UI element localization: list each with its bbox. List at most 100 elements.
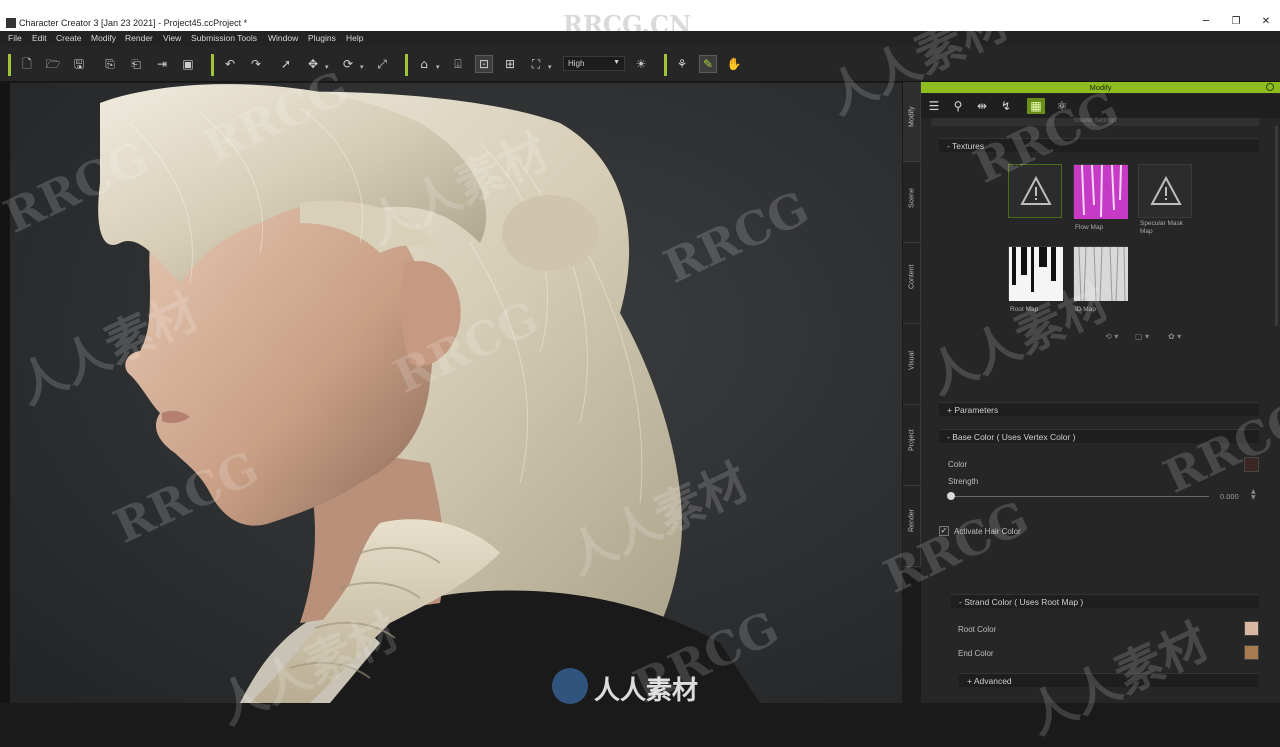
rotate-dropdown-caret[interactable]: ▾ bbox=[360, 63, 364, 71]
render-quality-select[interactable]: High ▼ bbox=[563, 56, 625, 71]
menu-view[interactable]: View bbox=[163, 33, 181, 43]
import-icon[interactable]: ⎘ bbox=[102, 56, 118, 72]
textures-section-label: - Textures bbox=[947, 141, 985, 151]
hand-icon[interactable]: ✋ bbox=[726, 56, 742, 72]
texture-slot-root-map[interactable] bbox=[1008, 246, 1063, 301]
textures-section-header[interactable]: - Textures bbox=[939, 138, 1259, 152]
menu-submission-tools[interactable]: Submission Tools bbox=[191, 33, 257, 43]
maximize-button[interactable]: ❐ bbox=[1228, 16, 1244, 28]
end-color-label: End Color bbox=[958, 649, 994, 658]
panel-header: Modify bbox=[921, 82, 1280, 93]
character-render bbox=[0, 83, 902, 703]
texture-slot-flow-map[interactable] bbox=[1073, 164, 1128, 219]
motion-icon[interactable]: ↯ bbox=[997, 98, 1015, 114]
tab-modify-label: Modify bbox=[908, 105, 916, 127]
light-icon[interactable]: ☀ bbox=[633, 56, 649, 72]
move-dropdown-caret[interactable]: ▾ bbox=[325, 63, 329, 71]
new-file-icon[interactable]: 🗋 bbox=[19, 56, 35, 72]
menu-file[interactable]: File bbox=[8, 33, 22, 43]
specular-mask-label: Specular Mask Map bbox=[1140, 220, 1183, 235]
window-title: Character Creator 3 [Jan 23 2021] - Proj… bbox=[19, 18, 248, 28]
watermark-logo-text: 人人素材 bbox=[594, 676, 699, 706]
advanced-section-header[interactable]: + Advanced bbox=[959, 673, 1259, 687]
panel-title: Modify bbox=[1089, 83, 1112, 92]
panel-scrollbar[interactable] bbox=[1275, 126, 1278, 326]
panel-icon-bar: ☰ ⚲ ⇹ ↯ ▦ ⚛ bbox=[921, 94, 1280, 118]
panel-options-button[interactable] bbox=[1266, 83, 1274, 91]
tab-render[interactable]: Render bbox=[903, 487, 921, 567]
rotate-icon[interactable]: ⟳ bbox=[340, 56, 356, 72]
parameters-section-header[interactable]: + Parameters bbox=[939, 402, 1259, 416]
strength-slider-thumb[interactable] bbox=[947, 492, 955, 500]
camera-fit-icon[interactable]: ⍗ bbox=[450, 56, 466, 72]
toolbar-separator bbox=[8, 54, 11, 76]
menu-bar: File Edit Create Modify Render View Subm… bbox=[0, 31, 1280, 46]
menu-render[interactable]: Render bbox=[125, 33, 153, 43]
tab-content[interactable]: Content bbox=[903, 244, 921, 324]
redo-icon[interactable]: ↷ bbox=[248, 56, 264, 72]
tab-modify[interactable]: Modify bbox=[903, 82, 921, 162]
save-icon[interactable]: 🖫 bbox=[71, 56, 87, 72]
texture-slot-specular-mask[interactable] bbox=[1138, 164, 1192, 218]
minimize-button[interactable]: ─ bbox=[1198, 16, 1214, 28]
shader-settings-row[interactable]: Shader Settings bbox=[931, 118, 1259, 126]
strength-value[interactable]: 0.000 bbox=[1220, 492, 1239, 501]
frame-all-icon[interactable]: ⊞ bbox=[502, 56, 518, 72]
texture-slot-1[interactable] bbox=[1008, 164, 1062, 218]
menu-edit[interactable]: Edit bbox=[32, 33, 47, 43]
screen-icon[interactable]: ⛶ bbox=[528, 56, 544, 72]
texture-settings-icon[interactable]: ✿ ▾ bbox=[1168, 332, 1181, 341]
render-icon[interactable]: ▣ bbox=[180, 56, 196, 72]
title-bar: Character Creator 3 [Jan 23 2021] - Proj… bbox=[0, 0, 1280, 39]
activate-hair-color-label: Activate Hair Color bbox=[954, 527, 1021, 536]
screen-dropdown-caret[interactable]: ▾ bbox=[548, 63, 552, 71]
material-icon[interactable]: ▦ bbox=[1027, 98, 1045, 114]
scale-icon[interactable]: ⤢ bbox=[374, 56, 390, 72]
strength-spinner[interactable]: ▲ ▼ bbox=[1251, 489, 1256, 501]
move-icon[interactable]: ✥ bbox=[305, 56, 321, 72]
texture-load-icon[interactable]: ⟲ ▾ bbox=[1105, 332, 1118, 341]
main-toolbar: 🗋 🗁 🖫 ⎘ ⎗ ⇥ ▣ ↶ ↷ ➚ ✥ ▾ ⟳ ▾ ⤢ ⌂ ▾ ⍗ ⊡ ⊞ … bbox=[0, 46, 1280, 82]
menu-create[interactable]: Create bbox=[56, 33, 82, 43]
strand-color-section-header[interactable]: - Strand Color ( Uses Root Map ) bbox=[951, 594, 1259, 608]
base-color-section-header[interactable]: - Base Color ( Uses Vertex Color ) bbox=[939, 429, 1259, 443]
menu-window[interactable]: Window bbox=[268, 33, 298, 43]
home-icon[interactable]: ⌂ bbox=[416, 56, 432, 72]
tab-visual[interactable]: Visual bbox=[903, 325, 921, 405]
morph-icon[interactable]: ⇹ bbox=[973, 98, 991, 114]
texture-save-icon[interactable]: ▢ ▾ bbox=[1135, 332, 1149, 341]
root-color-swatch[interactable] bbox=[1244, 621, 1259, 636]
tab-project[interactable]: Project bbox=[903, 406, 921, 486]
strength-slider-track[interactable] bbox=[951, 496, 1209, 497]
physics-icon[interactable]: ⚛ bbox=[1053, 98, 1071, 114]
pose-edit-icon[interactable]: ⚲ bbox=[949, 98, 967, 114]
strand-color-section-label: - Strand Color ( Uses Root Map ) bbox=[959, 597, 1084, 607]
open-folder-icon[interactable]: 🗁 bbox=[45, 56, 61, 72]
frame-selected-icon[interactable]: ⊡ bbox=[475, 55, 493, 73]
texture-slot-id-map[interactable] bbox=[1073, 246, 1128, 302]
flow-map-thumbnail bbox=[1074, 164, 1128, 219]
edit-mesh-icon[interactable]: ✎ bbox=[699, 55, 717, 73]
activate-hair-color-checkbox[interactable]: ✓ bbox=[939, 526, 949, 536]
home-dropdown-caret[interactable]: ▾ bbox=[436, 63, 440, 71]
menu-modify[interactable]: Modify bbox=[91, 33, 116, 43]
close-button[interactable]: ✕ bbox=[1258, 16, 1274, 28]
parameters-section-label: + Parameters bbox=[947, 405, 999, 415]
flow-map-label: Flow Map bbox=[1075, 224, 1104, 231]
attributes-icon[interactable]: ☰ bbox=[925, 98, 943, 114]
modify-panel: Modify ☰ ⚲ ⇹ ↯ ▦ ⚛ Shader Settings - Tex… bbox=[921, 82, 1280, 703]
menu-plugins[interactable]: Plugins bbox=[308, 33, 336, 43]
tab-scene[interactable]: Scene bbox=[903, 163, 921, 243]
menu-help[interactable]: Help bbox=[346, 33, 363, 43]
tab-scene-label: Scene bbox=[908, 187, 916, 208]
advanced-section-label: + Advanced bbox=[967, 676, 1012, 686]
end-color-swatch[interactable] bbox=[1244, 645, 1259, 660]
send-icon[interactable]: ⇥ bbox=[154, 56, 170, 72]
base-color-swatch[interactable] bbox=[1244, 457, 1259, 472]
undo-icon[interactable]: ↶ bbox=[222, 56, 238, 72]
pose-icon[interactable]: ⚘ bbox=[674, 56, 690, 72]
strength-label: Strength bbox=[948, 477, 979, 486]
export-icon[interactable]: ⎗ bbox=[128, 56, 144, 72]
3d-viewport[interactable] bbox=[0, 83, 902, 703]
select-icon[interactable]: ➚ bbox=[278, 56, 294, 72]
